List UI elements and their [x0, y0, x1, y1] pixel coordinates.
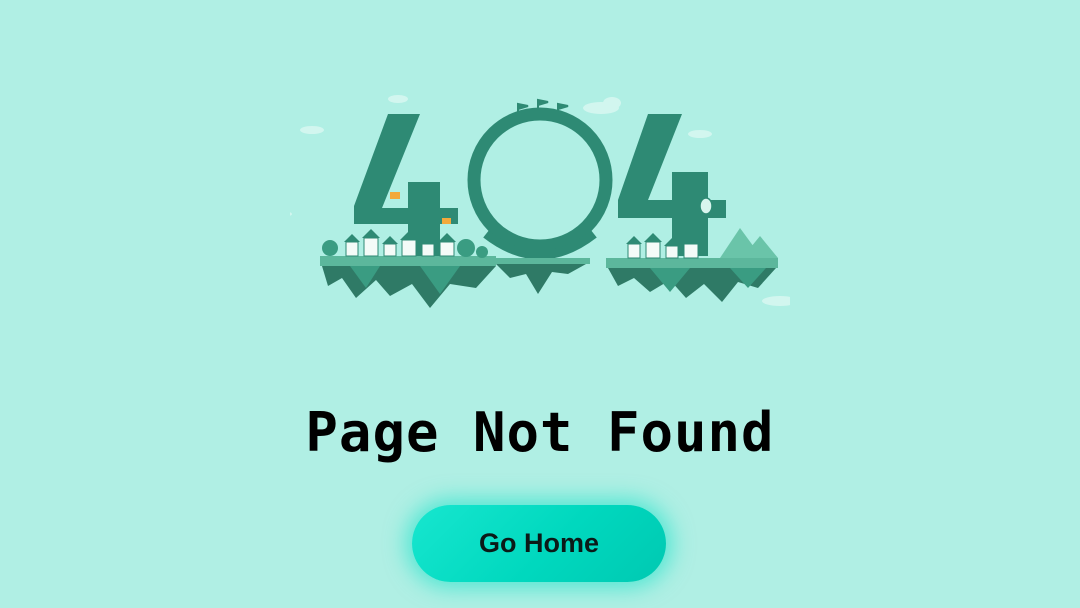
floating-island-center: [490, 258, 590, 294]
digit-zero-loop: [467, 98, 613, 260]
page-title: Page Not Found: [305, 401, 775, 464]
floating-island-right: [606, 228, 778, 302]
go-home-button[interactable]: Go Home: [412, 505, 666, 582]
floating-island-left: [320, 229, 496, 308]
404-illustration: [290, 88, 790, 318]
